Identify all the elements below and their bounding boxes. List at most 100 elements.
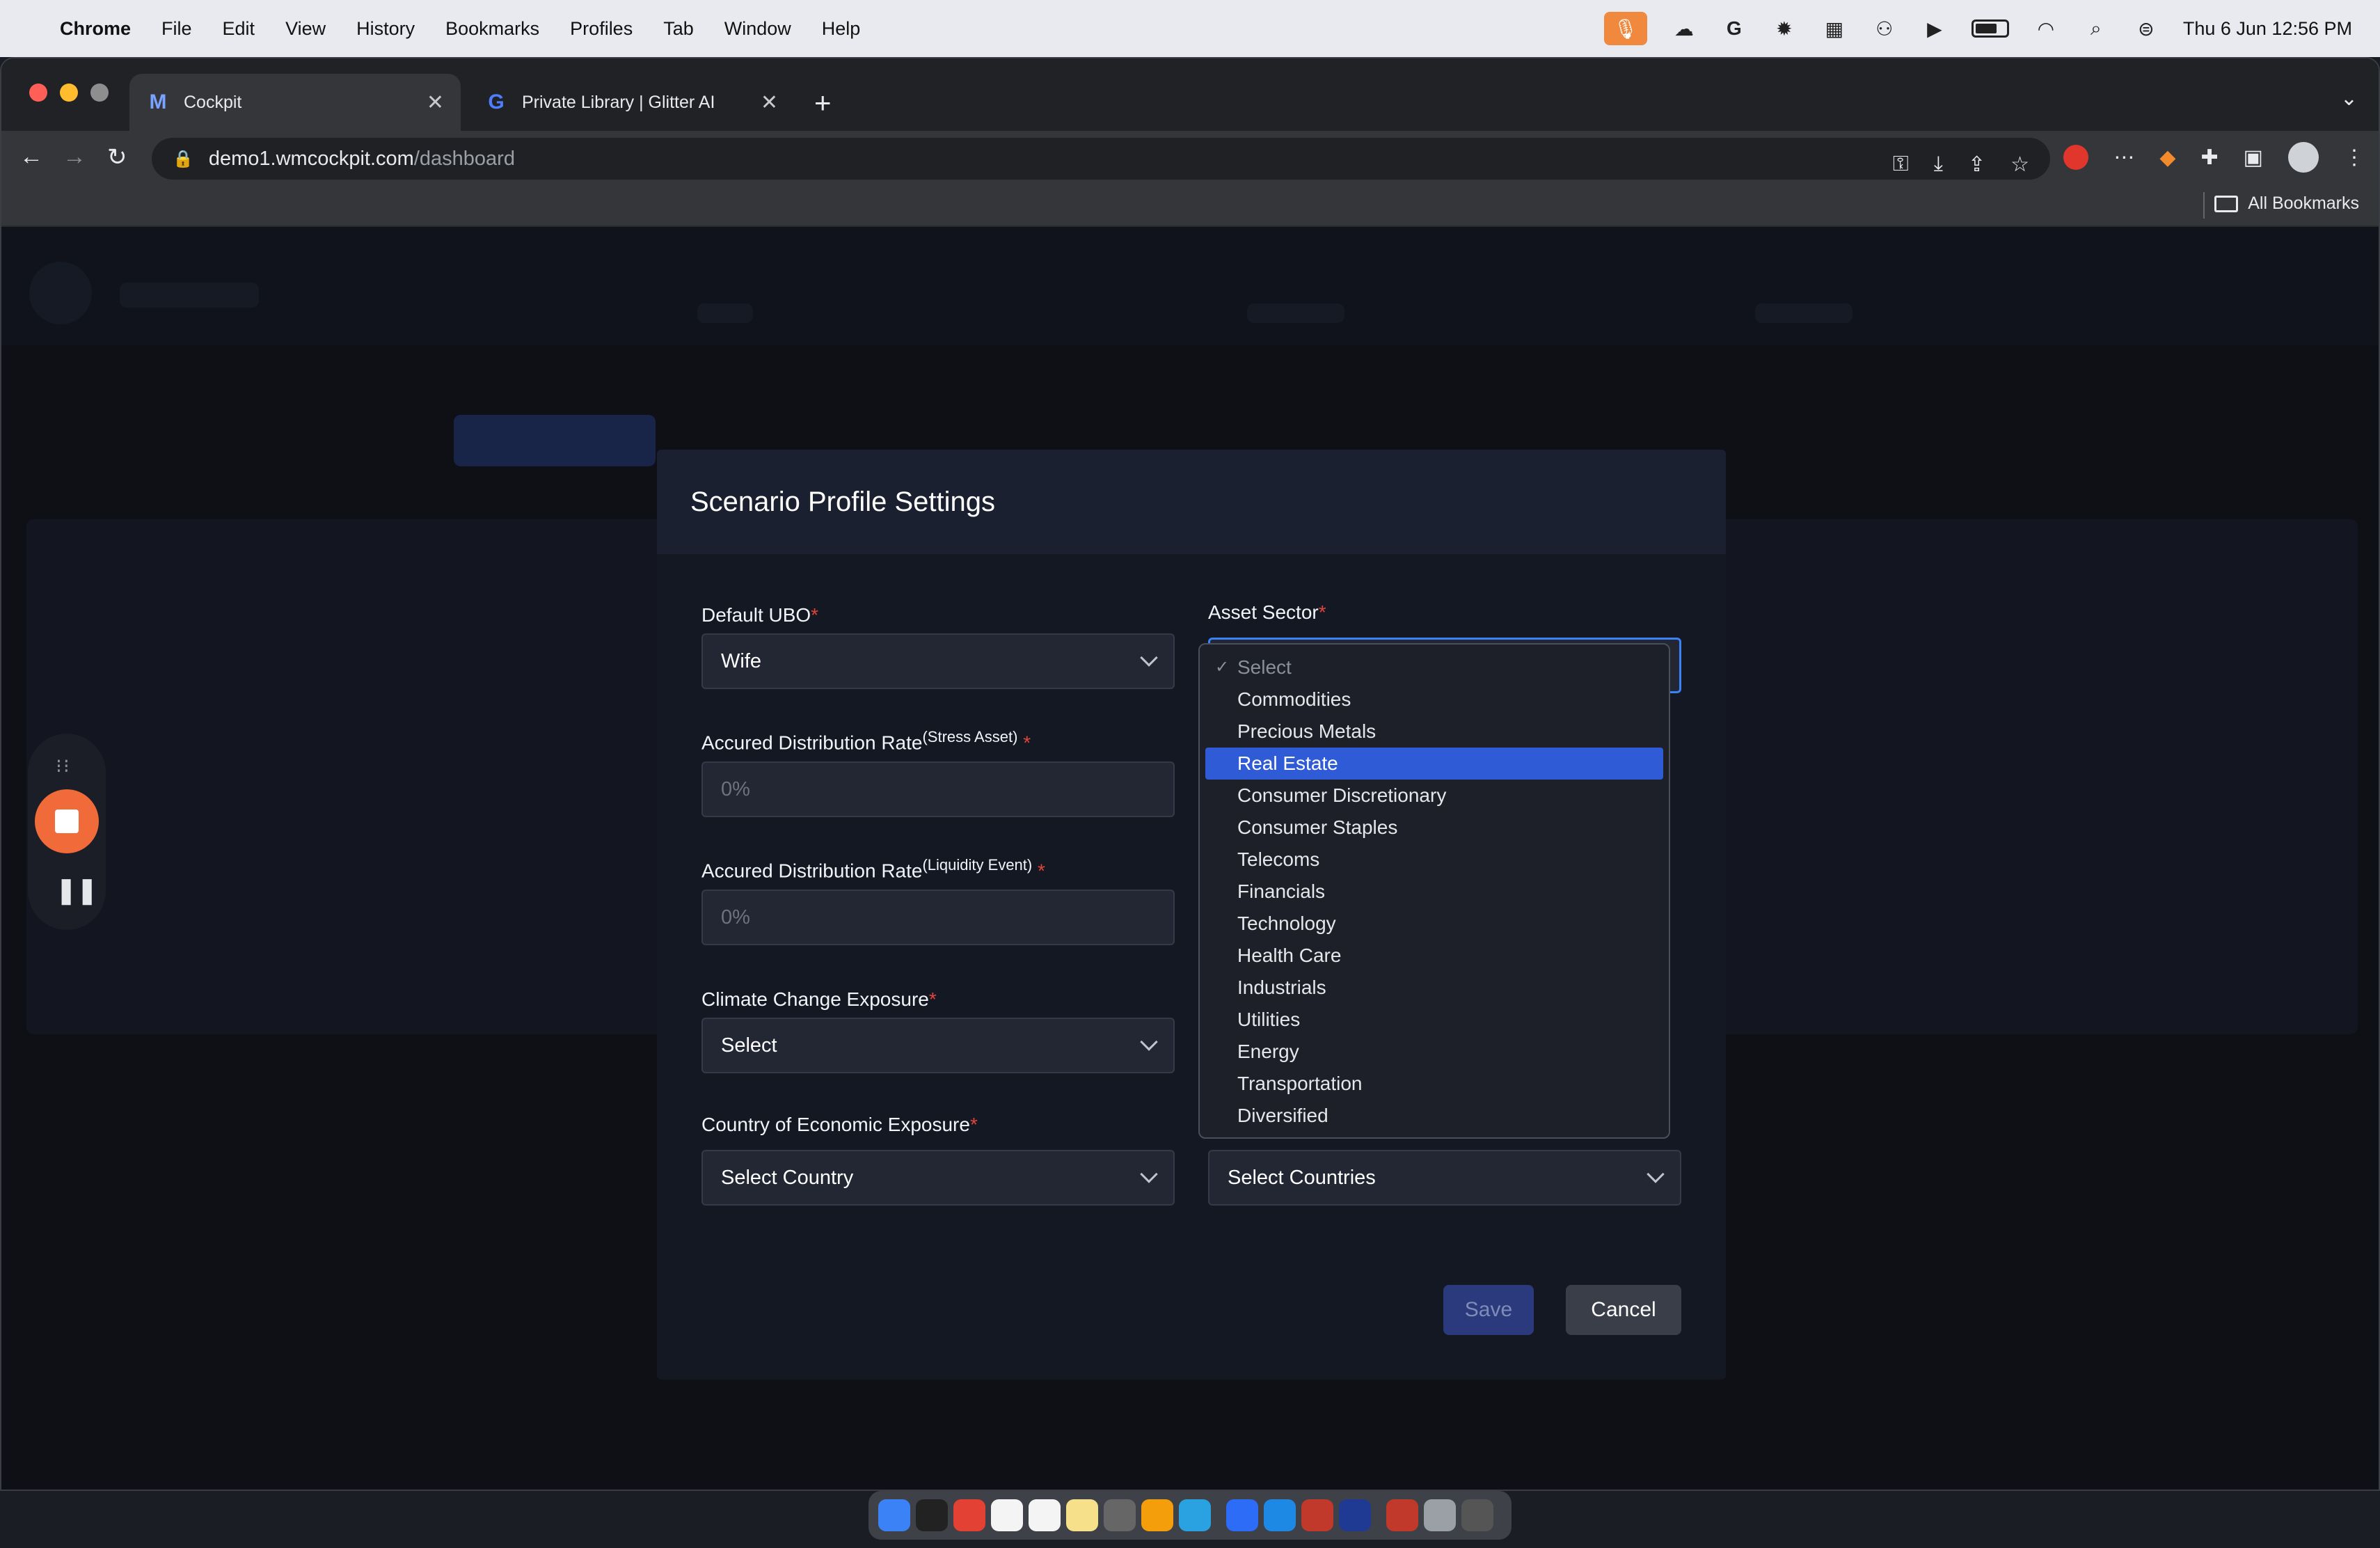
menu-edit[interactable]: Edit: [223, 18, 255, 40]
default-ubo-select[interactable]: Wife: [701, 633, 1175, 689]
tab-search-chevron-icon[interactable]: ⌄: [2340, 86, 2358, 111]
star-icon[interactable]: ☆: [2010, 152, 2029, 177]
select-value: Select Countries: [1228, 1166, 1376, 1189]
countries-multiselect[interactable]: Select Countries: [1208, 1150, 1681, 1206]
menubar-clock[interactable]: Thu 6 Jun 12:56 PM: [2183, 18, 2352, 40]
label-text: Default UBO: [701, 604, 811, 626]
fox-extension-icon[interactable]: ◆: [2159, 145, 2175, 170]
cloud-icon[interactable]: ☁: [1671, 17, 1697, 40]
liquidity-rate-input[interactable]: 0%: [701, 890, 1175, 945]
settings-icon[interactable]: [1104, 1499, 1136, 1531]
browser-toolbar: ← → ↻ 🔒 demo1.wmcockpit.com/dashboard ⚿ …: [1, 131, 2379, 184]
reminders-icon[interactable]: [1029, 1499, 1061, 1531]
grid-icon[interactable]: ▦: [1821, 17, 1848, 40]
menu-view[interactable]: View: [285, 18, 326, 40]
dropdown-option[interactable]: Diversified: [1205, 1100, 1663, 1132]
network-icon[interactable]: ⚇: [1871, 17, 1898, 40]
grammarly-icon[interactable]: G: [1721, 17, 1747, 40]
fullscreen-window-button[interactable]: [90, 84, 109, 102]
profile-avatar[interactable]: [2288, 142, 2319, 173]
spotify-icon[interactable]: [916, 1499, 948, 1531]
app-store-icon[interactable]: [1301, 1499, 1333, 1531]
dropdown-option-highlighted[interactable]: Real Estate: [1205, 748, 1663, 780]
play-icon[interactable]: ▶: [1921, 17, 1948, 40]
menu-file[interactable]: File: [161, 18, 192, 40]
menu-app-name[interactable]: Chrome: [60, 18, 131, 40]
minimize-window-button[interactable]: [60, 84, 78, 102]
economic-country-select[interactable]: Select Country: [701, 1150, 1175, 1206]
save-button[interactable]: Save: [1443, 1285, 1534, 1335]
address-bar[interactable]: 🔒 demo1.wmcockpit.com/dashboard ⚿ ⤓ ⇪ ☆: [152, 138, 2050, 180]
trash-icon[interactable]: [1461, 1499, 1493, 1531]
dropdown-option[interactable]: Consumer Staples: [1205, 812, 1663, 844]
acrobat-icon[interactable]: [1386, 1499, 1418, 1531]
reload-icon[interactable]: ↻: [107, 143, 127, 171]
close-tab-icon[interactable]: ✕: [761, 90, 778, 115]
sun-icon[interactable]: ✹: [1771, 17, 1798, 40]
tab-glitter[interactable]: G Private Library | Glitter AI ✕: [468, 74, 795, 131]
wifi-icon[interactable]: ◠: [2033, 17, 2059, 40]
dropdown-option[interactable]: Transportation: [1205, 1068, 1663, 1100]
dropdown-option[interactable]: Telecoms: [1205, 844, 1663, 876]
dropdown-option[interactable]: Industrials: [1205, 972, 1663, 1004]
select-value: Select: [721, 1034, 777, 1057]
dropdown-option[interactable]: Precious Metals: [1205, 716, 1663, 748]
calendar-icon[interactable]: [991, 1499, 1023, 1531]
close-tab-icon[interactable]: ✕: [427, 90, 444, 115]
key-icon[interactable]: ⚿: [1893, 152, 1909, 176]
stress-rate-input[interactable]: 0%: [701, 761, 1175, 817]
dropdown-option[interactable]: Energy: [1205, 1036, 1663, 1068]
required-marker: *: [1318, 601, 1326, 623]
dropdown-option[interactable]: Consumer Discretionary: [1205, 780, 1663, 812]
microphone-icon[interactable]: 🎙: [1603, 12, 1647, 45]
cancel-button[interactable]: Cancel: [1566, 1285, 1681, 1335]
lock-icon[interactable]: 🔒: [173, 149, 193, 169]
dropdown-option[interactable]: Commodities: [1205, 684, 1663, 716]
back-arrow-icon[interactable]: ←: [19, 143, 43, 171]
dropdown-option[interactable]: Health Care: [1205, 940, 1663, 972]
quicktime-icon[interactable]: [1339, 1499, 1371, 1531]
climate-exposure-select[interactable]: Select: [701, 1018, 1175, 1073]
menu-window[interactable]: Window: [724, 18, 791, 40]
sublime-icon[interactable]: [1141, 1499, 1173, 1531]
forward-arrow-icon[interactable]: →: [63, 143, 86, 171]
dropdown-option-select[interactable]: Select: [1205, 651, 1663, 684]
header-stat-dimmed: [1755, 303, 1853, 323]
safari-icon[interactable]: [1264, 1499, 1296, 1531]
menu-profiles[interactable]: Profiles: [570, 18, 633, 40]
pause-icon[interactable]: ❚❚: [56, 876, 97, 905]
more-menu-icon[interactable]: ⋮: [2344, 145, 2365, 170]
menu-help[interactable]: Help: [822, 18, 861, 40]
control-center-icon[interactable]: ⊜: [2133, 17, 2159, 40]
chrome-icon[interactable]: [953, 1499, 985, 1531]
extensions-area: ⋯ ◆ ✚ ▣ ⋮: [2063, 131, 2365, 184]
stop-recording-button[interactable]: [35, 789, 99, 853]
drag-handle-icon[interactable]: ⁝⁝: [56, 755, 71, 777]
finder-icon[interactable]: [878, 1499, 910, 1531]
puzzle-icon[interactable]: ✚: [2201, 145, 2219, 170]
label-text: Accured Distribution Rate: [701, 860, 923, 882]
tab-cockpit[interactable]: M Cockpit ✕: [129, 74, 461, 131]
menubar-tray: 🎙 ☁ G ✹ ▦ ⚇ ▶ ◠ ⌕ ⊜ Thu 6 Jun 12:56 PM: [1603, 0, 2352, 57]
dropdown-option[interactable]: Technology: [1205, 908, 1663, 940]
telegram-icon[interactable]: [1179, 1499, 1211, 1531]
menu-history[interactable]: History: [356, 18, 415, 40]
notes-icon[interactable]: [1066, 1499, 1098, 1531]
battery-icon[interactable]: [1971, 19, 2009, 38]
menu-bookmarks[interactable]: Bookmarks: [445, 18, 539, 40]
menu-tab[interactable]: Tab: [663, 18, 694, 40]
extension-dots-icon[interactable]: ⋯: [2113, 145, 2134, 170]
dropdown-option[interactable]: Financials: [1205, 876, 1663, 908]
all-bookmarks-button[interactable]: All Bookmarks: [2214, 194, 2359, 214]
chevron-down-icon: [1647, 1165, 1665, 1183]
sidepanel-icon[interactable]: ▣: [2244, 145, 2263, 170]
share-icon[interactable]: ⇪: [1968, 152, 1985, 177]
new-tab-icon[interactable]: +: [814, 86, 832, 120]
search-icon[interactable]: ⌕: [2083, 17, 2109, 40]
zoom-icon[interactable]: [1226, 1499, 1258, 1531]
close-window-button[interactable]: [29, 84, 47, 102]
preview-icon[interactable]: [1424, 1499, 1456, 1531]
recorder-extension-icon[interactable]: [2063, 145, 2089, 170]
install-icon[interactable]: ⤓: [1934, 152, 1943, 176]
dropdown-option[interactable]: Utilities: [1205, 1004, 1663, 1036]
